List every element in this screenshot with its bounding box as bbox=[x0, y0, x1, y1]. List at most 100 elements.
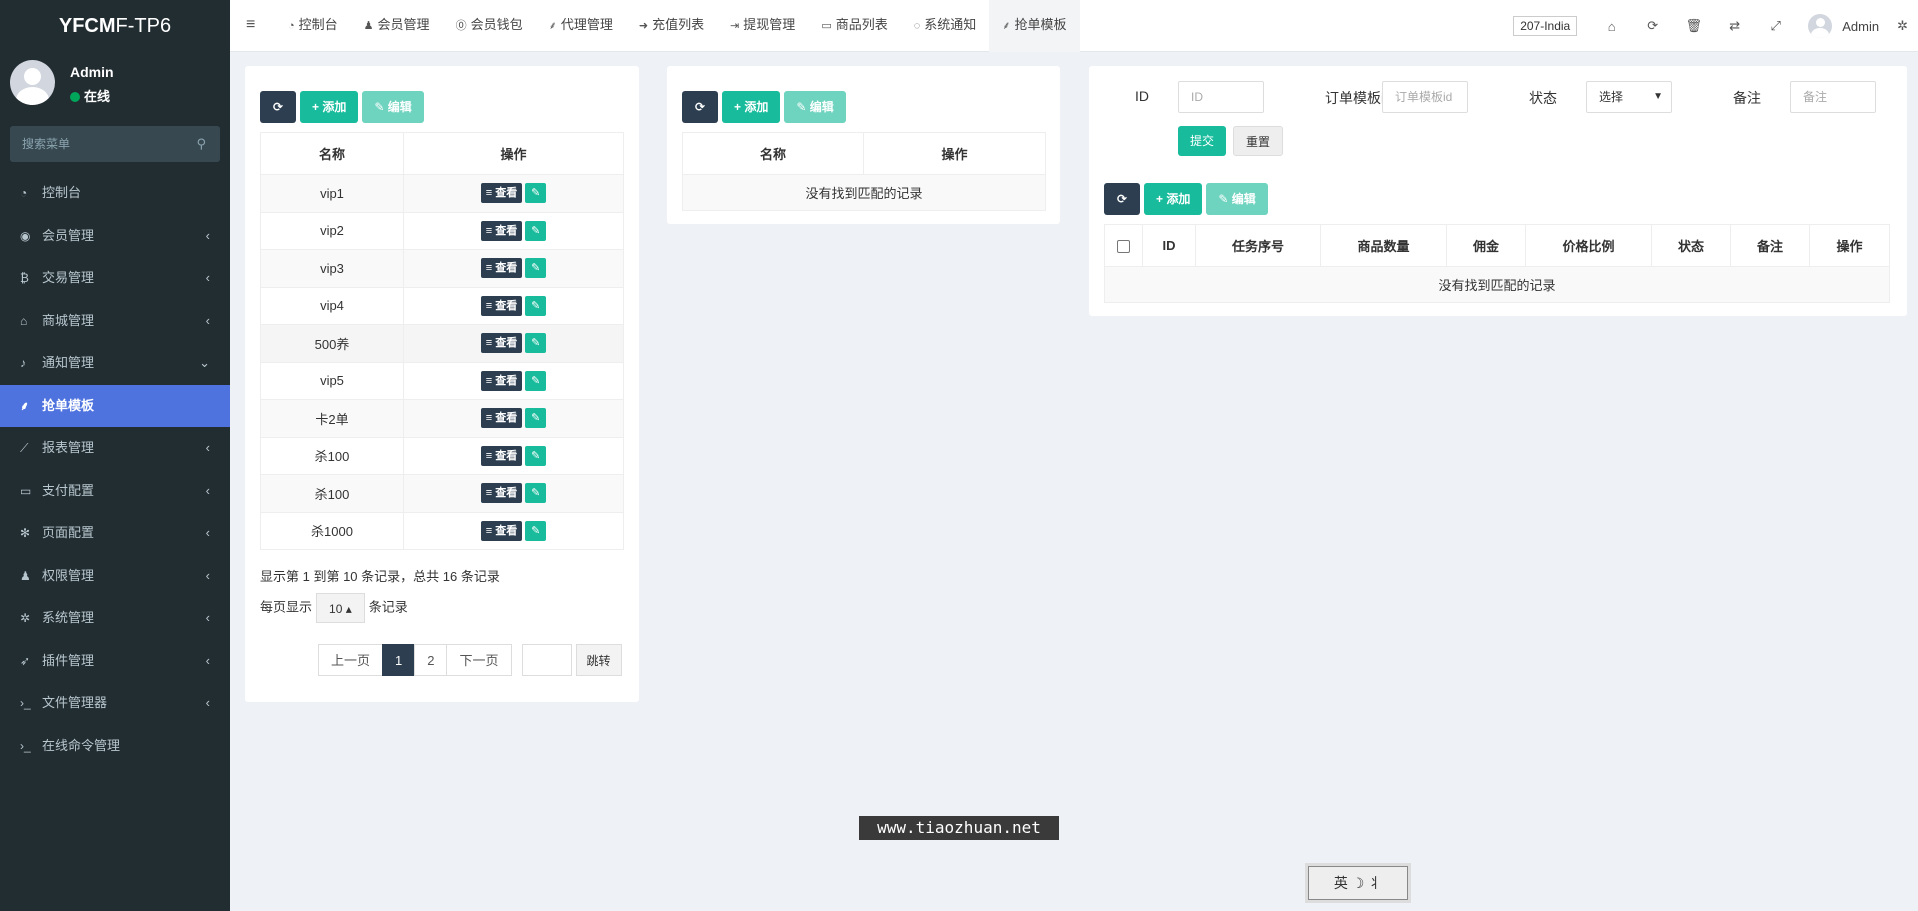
edit-row-button[interactable]: ✎ bbox=[525, 520, 547, 541]
table-row[interactable]: 500养 ≡ 查看 ✎ bbox=[260, 324, 624, 363]
nav-tab-0[interactable]: ◔ 控制台 bbox=[275, 0, 351, 52]
nav-tab-6[interactable]: ▭ 商品列表 bbox=[808, 0, 900, 52]
add-button[interactable]: + 添加 bbox=[1144, 183, 1203, 215]
edit-button[interactable]: ✎ 编辑 bbox=[1206, 183, 1268, 215]
column-header-id[interactable]: ID bbox=[1142, 224, 1196, 267]
page-button-2[interactable]: 2 bbox=[414, 644, 448, 676]
sidebar-item-13[interactable]: ›_ 在线命令管理 bbox=[0, 725, 230, 768]
page-button-1[interactable]: 1 bbox=[382, 644, 416, 676]
sidebar-item-1[interactable]: ◉ 会员管理 ‹ bbox=[0, 215, 230, 258]
view-button[interactable]: ≡ 查看 bbox=[480, 520, 523, 541]
remark-input[interactable] bbox=[1790, 81, 1876, 113]
next-page-button[interactable]: 下一页 bbox=[446, 644, 512, 676]
edit-button[interactable]: ✎ 编辑 bbox=[784, 91, 846, 123]
ime-toolbar[interactable]: 英 ☽ ⺦ bbox=[1308, 866, 1408, 900]
jump-page-input[interactable] bbox=[521, 644, 572, 676]
table-row[interactable]: vip4 ≡ 查看 ✎ bbox=[260, 286, 624, 325]
jump-button[interactable]: 跳转 bbox=[575, 644, 622, 676]
table-row[interactable]: vip3 ≡ 查看 ✎ bbox=[260, 249, 624, 288]
status-select[interactable]: 选择 ▼ bbox=[1586, 81, 1672, 113]
template-id-input[interactable] bbox=[1382, 81, 1468, 113]
view-button[interactable]: ≡ 查看 bbox=[480, 408, 523, 429]
sidebar-search-input[interactable] bbox=[10, 126, 180, 162]
reset-button[interactable]: 重置 bbox=[1233, 126, 1284, 156]
navbar-admin-name[interactable]: Admin bbox=[1842, 19, 1879, 34]
sidebar-item-2[interactable]: ₿ 交易管理 ‹ bbox=[0, 257, 230, 300]
edit-button[interactable]: ✎ 编辑 bbox=[362, 91, 424, 123]
view-button[interactable]: ≡ 查看 bbox=[480, 220, 523, 241]
edit-row-button[interactable]: ✎ bbox=[525, 220, 547, 241]
view-button[interactable]: ≡ 查看 bbox=[480, 295, 523, 316]
edit-row-button[interactable]: ✎ bbox=[525, 408, 547, 429]
table-row[interactable]: 卡2单 ≡ 查看 ✎ bbox=[260, 399, 624, 438]
refresh-button[interactable]: ⟳ bbox=[682, 91, 718, 123]
nav-tab-4[interactable]: ➜ 充值列表 bbox=[626, 0, 717, 52]
search-icon[interactable]: ⚲ bbox=[196, 136, 206, 152]
column-header-status[interactable]: 状态 bbox=[1651, 224, 1731, 267]
table-row[interactable]: vip2 ≡ 查看 ✎ bbox=[260, 211, 624, 250]
sidebar-item-8[interactable]: ✻ 页面配置 ‹ bbox=[0, 512, 230, 555]
sidebar-item-9[interactable]: ♟ 权限管理 ‹ bbox=[0, 555, 230, 598]
edit-row-button[interactable]: ✎ bbox=[525, 445, 547, 466]
bell-icon: ♪ bbox=[20, 356, 26, 370]
column-header-price-ratio[interactable]: 价格比例 bbox=[1525, 224, 1652, 267]
column-header-task-number[interactable]: 任务序号 bbox=[1195, 224, 1321, 267]
menu-toggle-icon[interactable]: ≡ bbox=[246, 16, 255, 34]
nav-tab-7[interactable]: ◌ 系统通知 bbox=[901, 0, 990, 52]
table-row[interactable]: 杀1000 ≡ 查看 ✎ bbox=[260, 511, 624, 550]
fullscreen-icon[interactable]: ⤢ bbox=[1755, 18, 1796, 34]
app-logo[interactable]: YFCMF-TP6 bbox=[0, 0, 230, 52]
view-button[interactable]: ≡ 查看 bbox=[480, 333, 523, 354]
column-header-quantity[interactable]: 商品数量 bbox=[1320, 224, 1447, 267]
refresh-button[interactable]: ⟳ bbox=[1104, 183, 1140, 215]
sidebar-item-12[interactable]: ›_ 文件管理器 ‹ bbox=[0, 682, 230, 725]
add-button[interactable]: + 添加 bbox=[300, 91, 359, 123]
edit-row-button[interactable]: ✎ bbox=[525, 483, 547, 504]
submit-button[interactable]: 提交 bbox=[1178, 126, 1227, 156]
view-button[interactable]: ≡ 查看 bbox=[480, 483, 523, 504]
translate-icon[interactable]: ⇄ bbox=[1714, 18, 1755, 34]
sidebar-item-11[interactable]: ➶ 插件管理 ‹ bbox=[0, 640, 230, 683]
sidebar-item-10[interactable]: ✲ 系统管理 ‹ bbox=[0, 597, 230, 640]
refresh-icon[interactable]: ⟳ bbox=[1632, 18, 1673, 34]
column-header-name[interactable]: 名称 bbox=[682, 132, 864, 175]
column-header-remark[interactable]: 备注 bbox=[1730, 224, 1810, 267]
edit-row-button[interactable]: ✎ bbox=[525, 258, 547, 279]
edit-row-button[interactable]: ✎ bbox=[525, 333, 547, 354]
settings-icon[interactable]: ✲ bbox=[1897, 18, 1908, 34]
table-row[interactable]: 杀100 ≡ 查看 ✎ bbox=[260, 474, 624, 513]
nav-tab-1[interactable]: ♟ 会员管理 bbox=[351, 0, 443, 52]
column-header-name[interactable]: 名称 bbox=[260, 132, 404, 175]
view-button[interactable]: ≡ 查看 bbox=[480, 183, 523, 204]
nav-tab-8[interactable]: ⸙ 抢单模板 bbox=[989, 0, 1080, 52]
edit-row-button[interactable]: ✎ bbox=[525, 183, 547, 204]
sidebar-item-5[interactable]: ⸙ 抢单模板 bbox=[0, 384, 230, 427]
id-input[interactable] bbox=[1178, 81, 1264, 113]
sidebar-item-7[interactable]: ▭ 支付配置 ‹ bbox=[0, 470, 230, 513]
page-size-dropdown[interactable]: 10 ▴ bbox=[316, 593, 365, 623]
table-row[interactable]: 杀100 ≡ 查看 ✎ bbox=[260, 436, 624, 475]
edit-row-button[interactable]: ✎ bbox=[525, 370, 547, 391]
navbar-avatar[interactable] bbox=[1808, 14, 1833, 38]
nav-tab-2[interactable]: ⓪ 会员钱包 bbox=[443, 0, 536, 52]
view-button[interactable]: ≡ 查看 bbox=[480, 445, 523, 466]
view-button[interactable]: ≡ 查看 bbox=[480, 258, 523, 279]
add-button[interactable]: + 添加 bbox=[722, 91, 781, 123]
sidebar-item-6[interactable]: ⟋ 报表管理 ‹ bbox=[0, 427, 230, 470]
region-badge[interactable]: 207-India bbox=[1513, 16, 1578, 36]
home-icon[interactable]: ⌂ bbox=[1591, 19, 1632, 34]
prev-page-button[interactable]: 上一页 bbox=[318, 644, 384, 676]
sidebar-item-0[interactable]: ◔ 控制台 bbox=[0, 172, 230, 215]
sidebar-item-4[interactable]: ♪ 通知管理 ⌄ bbox=[0, 342, 230, 385]
trash-icon[interactable]: 🗑︎ bbox=[1673, 18, 1714, 34]
table-row[interactable]: vip1 ≡ 查看 ✎ bbox=[260, 174, 624, 213]
sidebar-item-3[interactable]: ⌂ 商城管理 ‹ bbox=[0, 300, 230, 343]
view-button[interactable]: ≡ 查看 bbox=[480, 370, 523, 391]
select-all-checkbox[interactable] bbox=[1117, 240, 1130, 254]
refresh-button[interactable]: ⟳ bbox=[260, 91, 296, 123]
column-header-commission[interactable]: 佣金 bbox=[1446, 224, 1526, 267]
edit-row-button[interactable]: ✎ bbox=[525, 295, 547, 316]
nav-tab-3[interactable]: ⸙ 代理管理 bbox=[536, 0, 626, 52]
table-row[interactable]: vip5 ≡ 查看 ✎ bbox=[260, 361, 624, 400]
nav-tab-5[interactable]: ⇥ 提现管理 bbox=[717, 0, 808, 52]
